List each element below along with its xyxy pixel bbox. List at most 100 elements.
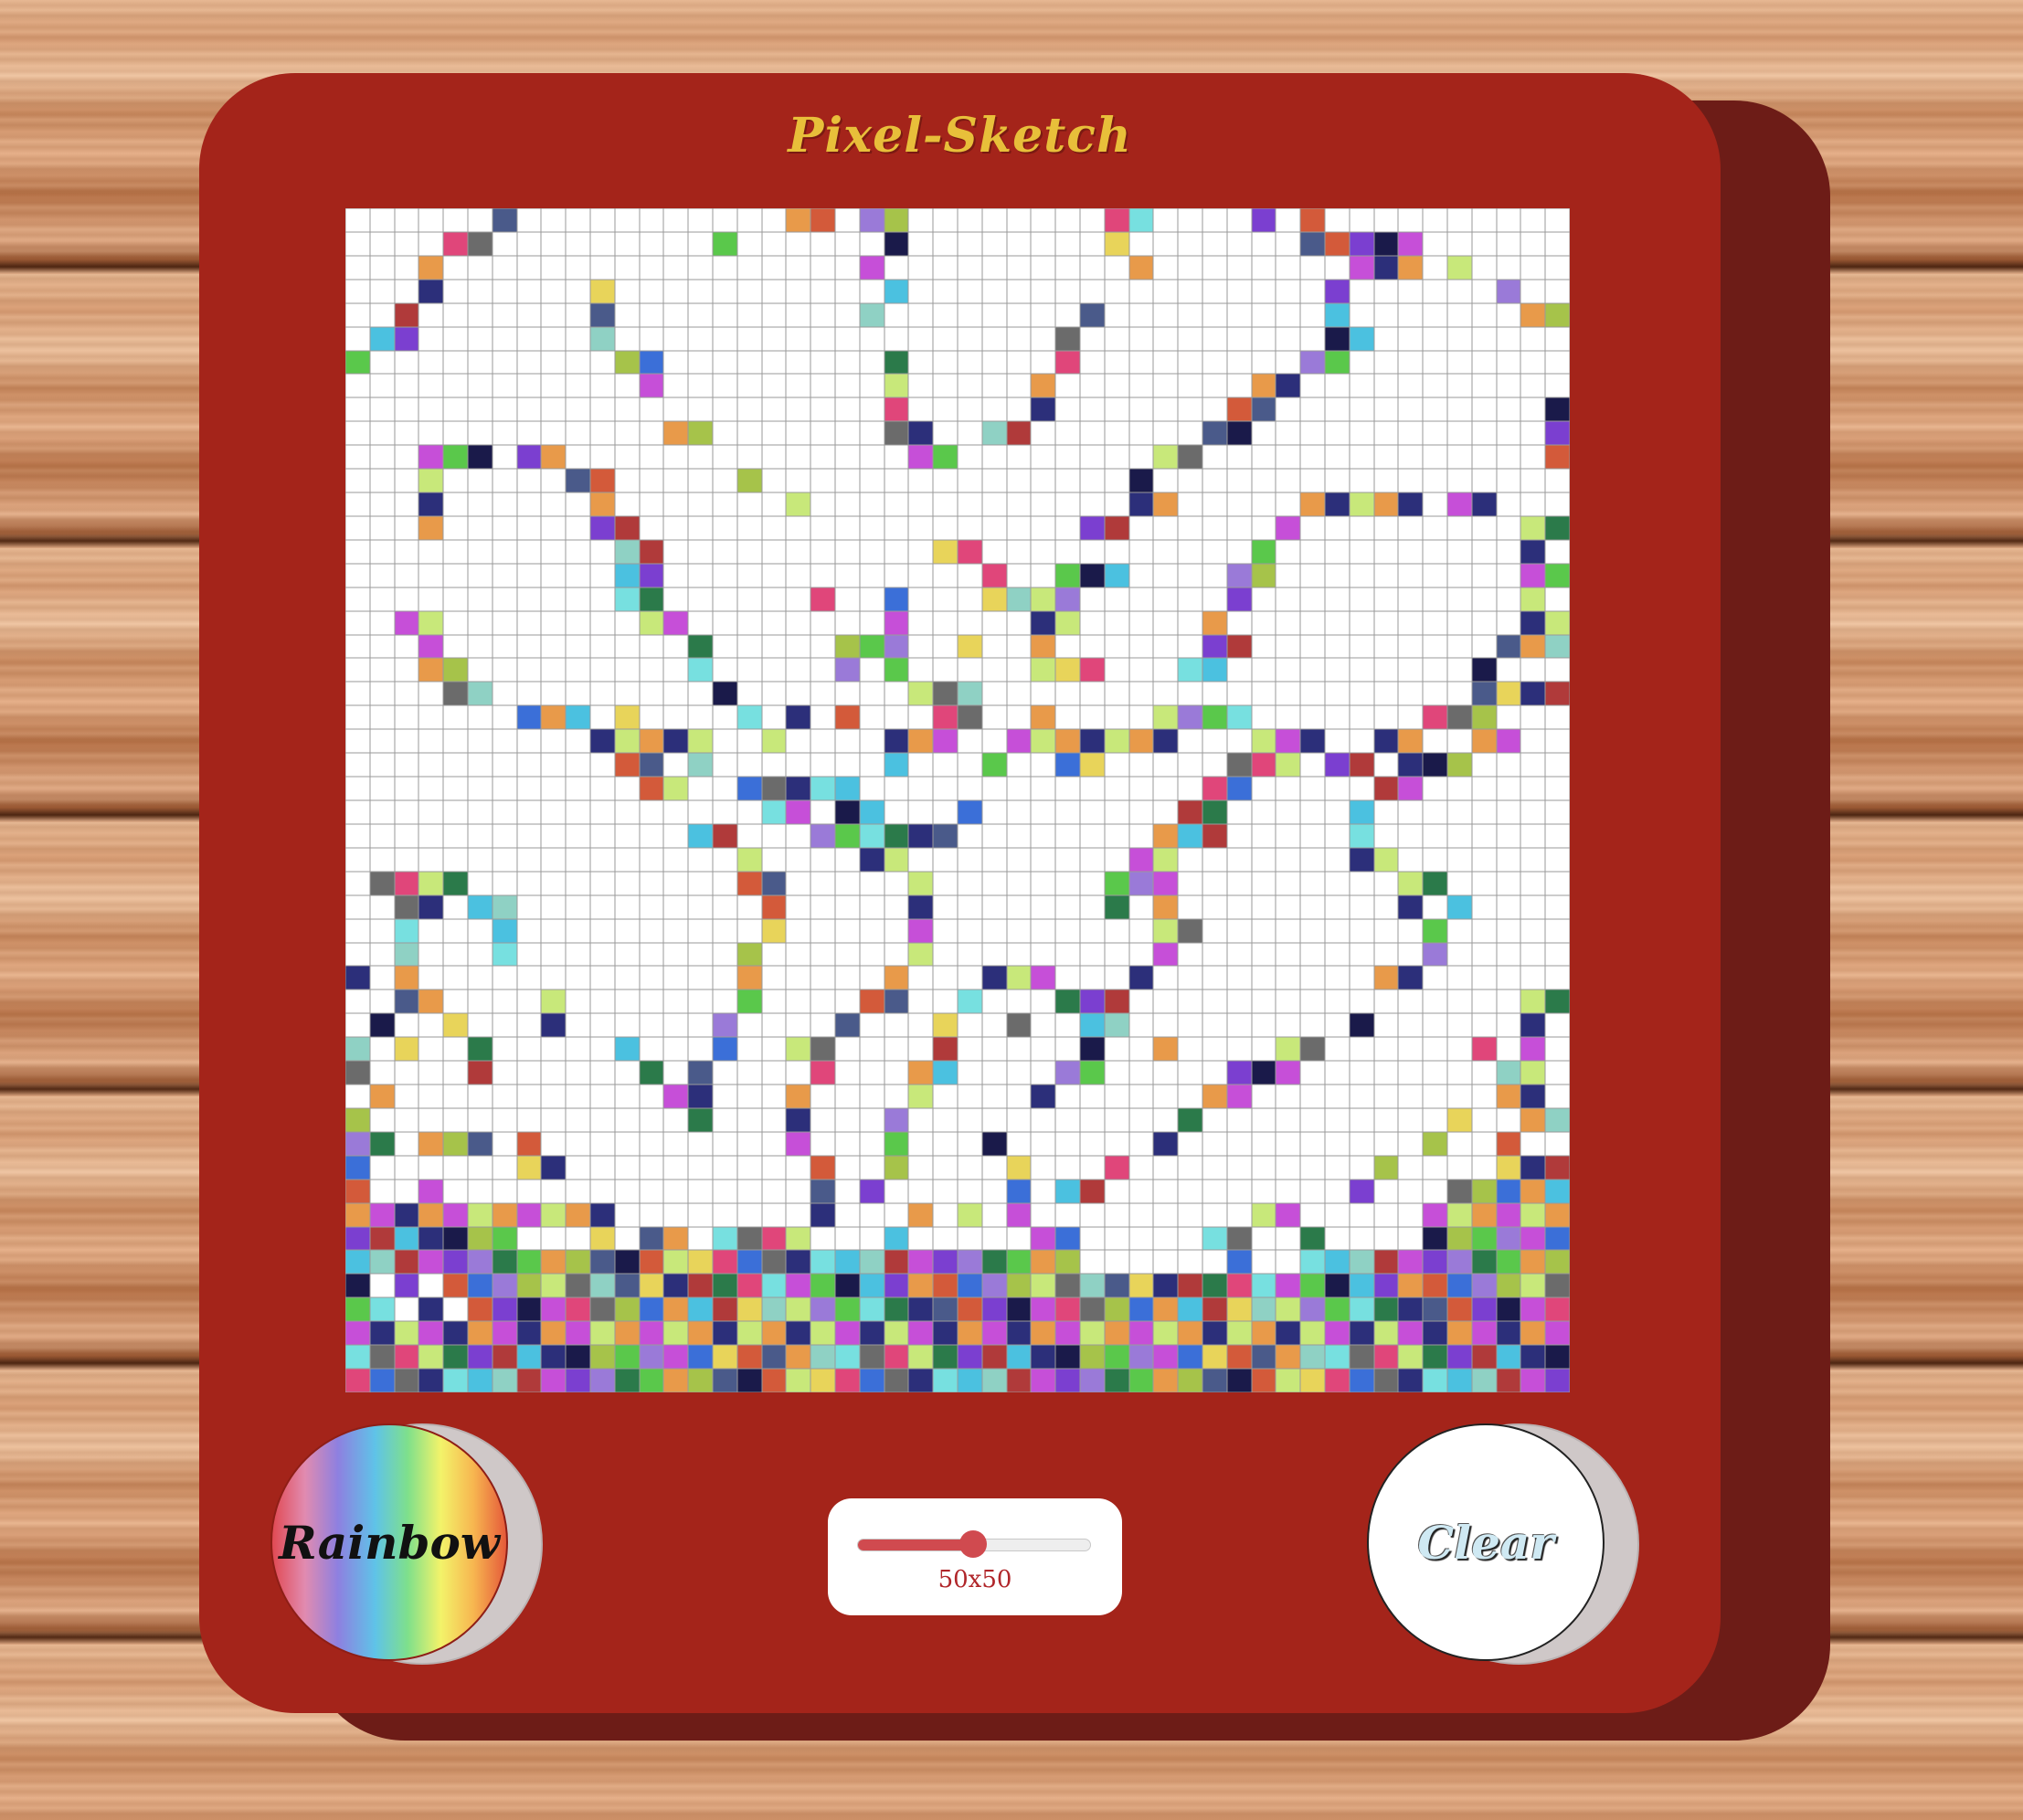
grid-cell[interactable] — [786, 469, 810, 492]
grid-cell[interactable] — [663, 374, 688, 397]
grid-cell[interactable] — [860, 492, 884, 516]
grid-cell[interactable] — [810, 989, 835, 1013]
grid-cell[interactable] — [395, 753, 419, 777]
grid-cell[interactable] — [982, 1061, 1007, 1085]
grid-cell[interactable] — [1423, 1274, 1447, 1298]
grid-cell[interactable] — [1520, 753, 1545, 777]
grid-cell[interactable] — [443, 397, 468, 421]
grid-cell[interactable] — [688, 1203, 713, 1227]
grid-cell[interactable] — [1251, 1202, 1276, 1227]
grid-cell[interactable] — [1497, 989, 1521, 1013]
grid-cell[interactable] — [1276, 1037, 1301, 1062]
grid-cell[interactable] — [663, 682, 688, 705]
grid-cell[interactable] — [1129, 705, 1154, 729]
grid-cell[interactable] — [1252, 469, 1276, 492]
grid-cell[interactable] — [345, 1061, 370, 1085]
grid-cell[interactable] — [1545, 1250, 1570, 1275]
grid-cell[interactable] — [395, 1297, 419, 1321]
grid-cell[interactable] — [468, 374, 493, 397]
grid-cell[interactable] — [590, 1156, 615, 1180]
grid-cell[interactable] — [908, 445, 934, 470]
grid-cell[interactable] — [1153, 989, 1178, 1013]
grid-cell[interactable] — [908, 1013, 933, 1037]
grid-cell[interactable] — [982, 1037, 1007, 1061]
grid-cell[interactable] — [810, 848, 835, 872]
grid-cell[interactable] — [394, 1345, 419, 1370]
grid-cell[interactable] — [1153, 800, 1178, 824]
grid-cell[interactable] — [1520, 1037, 1546, 1062]
grid-cell[interactable] — [786, 824, 810, 848]
grid-cell[interactable] — [517, 777, 542, 800]
grid-cell[interactable] — [1276, 682, 1300, 705]
grid-cell[interactable] — [713, 872, 737, 895]
grid-cell[interactable] — [1423, 397, 1447, 421]
grid-cell[interactable] — [1055, 516, 1080, 540]
grid-cell[interactable] — [908, 989, 933, 1013]
grid-cell[interactable] — [958, 1227, 982, 1251]
grid-cell[interactable] — [712, 1037, 737, 1062]
grid-cell[interactable] — [1178, 1156, 1202, 1180]
grid-cell[interactable] — [493, 1013, 517, 1037]
grid-cell[interactable] — [1398, 729, 1424, 754]
grid-cell[interactable] — [1471, 1037, 1497, 1062]
grid-cell[interactable] — [663, 777, 689, 800]
grid-cell[interactable] — [958, 1180, 982, 1203]
grid-cell[interactable] — [1276, 1085, 1300, 1108]
grid-cell[interactable] — [884, 303, 909, 327]
grid-cell[interactable] — [835, 1156, 860, 1180]
grid-cell[interactable] — [1300, 635, 1325, 659]
grid-cell[interactable] — [541, 469, 566, 492]
grid-cell[interactable] — [1055, 1369, 1080, 1392]
grid-cell[interactable] — [688, 540, 713, 564]
grid-cell[interactable] — [859, 1274, 884, 1298]
grid-cell[interactable] — [395, 1085, 419, 1108]
grid-cell[interactable] — [1105, 303, 1129, 327]
grid-cell[interactable] — [443, 989, 468, 1013]
grid-cell[interactable] — [1105, 943, 1129, 967]
grid-cell[interactable] — [345, 256, 370, 280]
grid-cell[interactable] — [1496, 1061, 1521, 1085]
grid-cell[interactable] — [933, 823, 958, 848]
grid-cell[interactable] — [541, 658, 566, 682]
grid-cell[interactable] — [615, 895, 640, 919]
grid-cell[interactable] — [1545, 327, 1570, 351]
grid-cell[interactable] — [1300, 492, 1325, 516]
grid-cell[interactable] — [884, 231, 909, 256]
grid-cell[interactable] — [1300, 1321, 1325, 1346]
grid-cell[interactable] — [884, 1203, 909, 1227]
grid-cell[interactable] — [1251, 1369, 1276, 1392]
grid-cell[interactable] — [639, 1345, 664, 1370]
grid-cell[interactable] — [566, 421, 590, 445]
grid-cell[interactable] — [1104, 1013, 1129, 1038]
grid-cell[interactable] — [492, 1202, 517, 1227]
grid-cell[interactable] — [1153, 1085, 1178, 1108]
grid-cell[interactable] — [370, 492, 395, 516]
grid-cell[interactable] — [713, 421, 737, 445]
grid-cell[interactable] — [786, 848, 810, 872]
grid-cell[interactable] — [884, 989, 909, 1014]
grid-cell[interactable] — [1472, 966, 1497, 989]
grid-cell[interactable] — [1471, 1369, 1497, 1392]
grid-cell[interactable] — [908, 587, 933, 611]
grid-cell[interactable] — [566, 1013, 590, 1037]
grid-cell[interactable] — [1251, 539, 1276, 564]
drawing-area[interactable] — [345, 208, 1570, 1392]
grid-cell[interactable] — [589, 326, 615, 351]
grid-cell[interactable] — [345, 611, 370, 635]
grid-cell[interactable] — [1350, 1203, 1374, 1227]
grid-cell[interactable] — [958, 1085, 982, 1108]
grid-cell[interactable] — [492, 1274, 517, 1298]
grid-cell[interactable] — [1202, 777, 1227, 800]
grid-cell[interactable] — [762, 824, 787, 848]
grid-cell[interactable] — [810, 516, 835, 540]
grid-cell[interactable] — [908, 1297, 934, 1322]
grid-cell[interactable] — [1252, 611, 1276, 635]
grid-cell[interactable] — [541, 1297, 567, 1322]
grid-cell[interactable] — [590, 351, 615, 375]
grid-cell[interactable] — [1325, 872, 1350, 895]
grid-cell[interactable] — [370, 848, 395, 872]
grid-cell[interactable] — [493, 1085, 517, 1108]
grid-cell[interactable] — [786, 943, 810, 967]
grid-cell[interactable] — [1055, 445, 1080, 469]
grid-cell[interactable] — [810, 1155, 835, 1180]
